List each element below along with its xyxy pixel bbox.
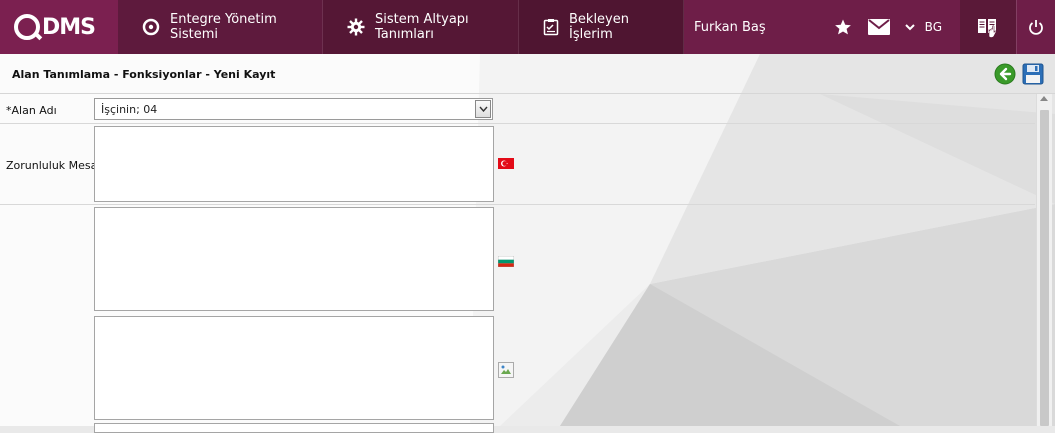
chevron-down-icon xyxy=(478,106,488,112)
language-selector[interactable]: BG xyxy=(904,20,942,34)
alan-adi-selected-value: İşçinin; 04 xyxy=(101,103,158,116)
nav-item-label: Bekleyen İşlerim xyxy=(569,12,629,42)
save-button[interactable] xyxy=(1022,63,1044,85)
back-button[interactable] xyxy=(994,63,1016,85)
zorunluluk-mesaji-third-textarea[interactable] xyxy=(94,316,494,420)
alan-adi-select[interactable]: İşçinin; 04 xyxy=(94,98,493,120)
logo-text: DMS xyxy=(42,14,96,40)
nav-bekleyen-islerim[interactable]: Bekleyen İşlerim xyxy=(519,0,684,54)
logout-button[interactable] xyxy=(1016,0,1055,54)
chevron-down-icon xyxy=(904,24,915,31)
top-navigation-bar: DMS Entegre Yönetim Sistemi Sistem Altya… xyxy=(0,0,1055,54)
zorunluluk-mesaji-bg-textarea[interactable] xyxy=(94,207,494,311)
user-name[interactable]: Furkan Baş xyxy=(694,20,825,35)
zorunluluk-mesaji-label: Zorunluluk Mesajı xyxy=(6,159,104,172)
nav-item-label: Entegre Yönetim Sistemi xyxy=(170,12,277,42)
language-code: BG xyxy=(924,20,942,34)
mail-icon[interactable] xyxy=(861,19,897,35)
zorunluluk-mesaji-tr-textarea[interactable] xyxy=(94,126,494,202)
back-arrow-icon xyxy=(994,63,1016,85)
alan-adi-label: *Alan Adı xyxy=(6,104,57,117)
scroll-up-arrow[interactable] xyxy=(1040,96,1048,101)
scroll-thumb[interactable] xyxy=(1040,110,1049,426)
gear-icon xyxy=(347,18,365,36)
user-area: Furkan Baş BG xyxy=(684,0,1055,54)
star-icon[interactable] xyxy=(825,18,861,36)
power-icon xyxy=(1029,20,1043,35)
row-separator xyxy=(0,204,1035,205)
turkey-flag-icon xyxy=(498,158,514,169)
page-title: Alan Tanımlama - Fonksiyonlar - Yeni Kay… xyxy=(12,68,276,81)
user-manual-button[interactable] xyxy=(960,0,1016,54)
logo-q-icon xyxy=(14,14,40,40)
clipboard-icon xyxy=(543,18,559,36)
vertical-scrollbar[interactable] xyxy=(1036,94,1052,426)
qdms-logo[interactable]: DMS xyxy=(0,0,118,54)
nav-entegre-yonetim-sistemi[interactable]: Entegre Yönetim Sistemi xyxy=(118,0,323,54)
floppy-disk-icon xyxy=(1022,63,1044,85)
book-hand-icon xyxy=(978,19,997,38)
row-separator xyxy=(0,123,1035,124)
page-header: Alan Tanımlama - Fonksiyonlar - Yeni Kay… xyxy=(0,54,1055,94)
additional-message-textarea[interactable] xyxy=(94,423,494,433)
bulgaria-flag-icon xyxy=(497,255,515,268)
dropdown-arrow[interactable] xyxy=(475,100,491,118)
qdms-circle-icon xyxy=(142,18,160,36)
broken-image-icon xyxy=(498,362,514,378)
nav-sistem-altyapi-tanimlari[interactable]: Sistem Altyapı Tanımları xyxy=(323,0,519,54)
nav-item-label: Sistem Altyapı Tanımları xyxy=(375,12,469,42)
